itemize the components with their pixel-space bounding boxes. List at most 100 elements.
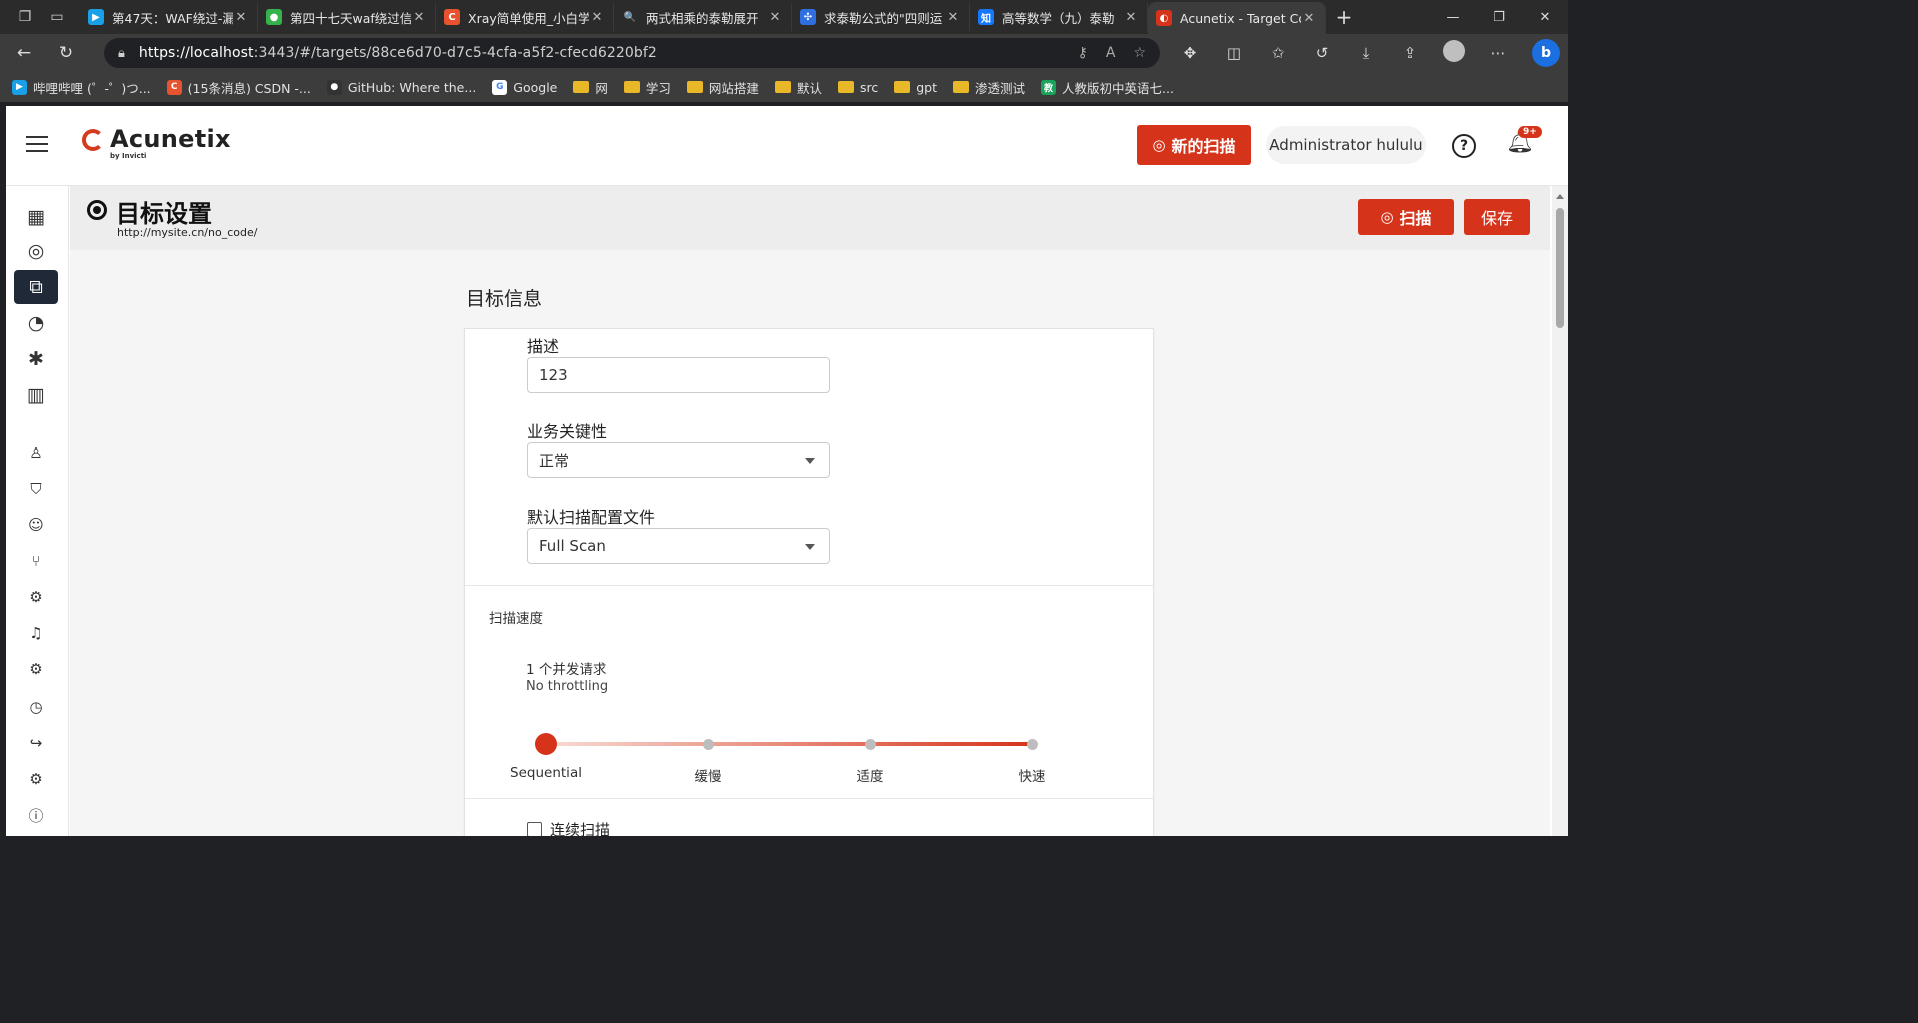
sidebar-item-settings[interactable]: ⚙	[14, 762, 58, 796]
sidebar-item-targets[interactable]: ◎	[14, 234, 58, 268]
browser-tab[interactable]: C Xray简单使用_小白学 ✕	[436, 3, 614, 31]
tab-close-icon[interactable]: ✕	[767, 10, 783, 25]
bookmark-item[interactable]: 默认	[774, 78, 822, 97]
browser-tab[interactable]: ◐ Acunetix - Target Cor ✕	[1148, 2, 1326, 34]
url-input[interactable]: 🔒︎ https://localhost:3443/#/targets/88ce…	[104, 38, 1160, 68]
history-icon[interactable]: ↺	[1300, 44, 1344, 62]
tab-close-icon[interactable]: ✕	[1123, 10, 1139, 25]
notification-badge: 9+	[1518, 126, 1542, 138]
tab-actions-icon[interactable]: ▭	[42, 2, 72, 32]
page-scrollbar[interactable]	[1552, 186, 1568, 836]
bookmark-item[interactable]: G Google	[492, 79, 557, 95]
profile-avatar[interactable]	[1432, 40, 1476, 66]
sidebar-item-reports[interactable]: ▥	[14, 378, 58, 412]
download-icon[interactable]: ⤓	[1344, 44, 1388, 62]
folder-icon	[774, 81, 791, 93]
split-screen-icon[interactable]: ◫	[1212, 44, 1256, 62]
scan-button[interactable]: ◎ 扫描	[1358, 199, 1454, 235]
app-header: Acunetix by Invicti ◎ 新的扫描 Administrator…	[6, 106, 1568, 186]
acunetix-logo[interactable]: Acunetix	[82, 126, 231, 152]
help-icon[interactable]: ?	[1452, 134, 1476, 158]
sidebar-item-about[interactable]: ⓘ	[14, 798, 58, 832]
bookmark-item[interactable]: gpt	[894, 80, 937, 95]
sidebar-item-agents[interactable]: ⚙︎	[14, 652, 58, 686]
sidebar-item-export[interactable]: ↪	[14, 726, 58, 760]
sidebar-item-engines[interactable]: ⚙︎	[14, 580, 58, 614]
tab-close-icon[interactable]: ✕	[945, 10, 961, 25]
tab-close-icon[interactable]: ✕	[411, 10, 427, 25]
tab-favicon-icon: ●	[266, 9, 282, 25]
bookmark-item[interactable]: src	[837, 80, 878, 95]
sidebar-item-history[interactable]: ◷	[14, 690, 58, 724]
sidebar-item-dashboard[interactable]: ▦	[14, 200, 58, 234]
criticality-label: 业务关键性	[527, 422, 608, 441]
bookmark-label: 网	[595, 80, 608, 96]
refresh-icon[interactable]: ↻	[48, 37, 84, 69]
bug-icon: ✱	[28, 348, 44, 370]
bookmark-item[interactable]: 网	[573, 78, 608, 97]
sidebar-item-scans[interactable]: ◔	[14, 306, 58, 340]
speed-stop-slow[interactable]	[703, 739, 714, 750]
save-button[interactable]: 保存	[1464, 199, 1530, 235]
sidebar-item-vulnerabilities[interactable]: ✱	[14, 342, 58, 376]
scrollbar-thumb[interactable]	[1556, 208, 1564, 328]
browser-tab[interactable]: 知高等数学（九）泰勒 ✕	[970, 3, 1148, 31]
user-menu[interactable]: Administrator hululu	[1266, 126, 1426, 164]
dashboard-icon: ▦	[27, 206, 45, 228]
more-menu-icon[interactable]: ⋯	[1476, 44, 1520, 62]
sidebar-item-roles[interactable]: ☺	[14, 508, 58, 542]
bookmark-item[interactable]: ▶ 哔哩哔哩 (゜-゜)つ...	[12, 78, 151, 97]
bookmark-item[interactable]: C (15条消息) CSDN -...	[166, 78, 311, 97]
minimize-icon[interactable]: —	[1430, 0, 1476, 34]
tab-close-icon[interactable]: ✕	[1301, 11, 1317, 26]
new-scan-button[interactable]: ◎ 新的扫描	[1137, 125, 1251, 165]
favorite-star-icon[interactable]: ☆	[1133, 45, 1146, 61]
sidebar-item-notifications[interactable]: ♫	[14, 616, 58, 650]
info-icon: ⓘ	[28, 806, 44, 825]
speed-slider-track[interactable]	[545, 742, 1033, 746]
bookmark-item[interactable]: 教人教版初中英语七...	[1041, 78, 1174, 97]
bookmark-label: 网站搭建	[708, 80, 759, 96]
bing-copilot-icon[interactable]: b	[1532, 39, 1560, 67]
tab-title: 第四十七天waf绕过信	[290, 10, 411, 26]
sidebar-item-target-groups[interactable]: ⧉	[14, 270, 58, 304]
new-tab-button[interactable]: +	[1326, 5, 1362, 29]
bookmark-item[interactable]: 学习	[623, 78, 671, 97]
browser-tab[interactable]: 🔍 两式相乘的泰勒展开 ✕	[614, 3, 792, 31]
hamburger-menu-icon[interactable]	[26, 136, 48, 157]
share-icon[interactable]: ⇪	[1388, 44, 1432, 62]
bookmark-item[interactable]: 渗透测试	[952, 78, 1025, 97]
browser-tab-bar: ❐ ▭ ▶ 第47天：WAF绕过-漏 ✕ ● 第四十七天waf绕过信 ✕ C Xray简单使用…	[0, 0, 1568, 34]
browser-tab[interactable]: ✣ 求泰勒公式的"四则运 ✕	[792, 3, 970, 31]
description-input[interactable]: 123	[527, 357, 830, 393]
bookmark-item[interactable]: 网站搭建	[686, 78, 759, 97]
favorites-icon[interactable]: ✩	[1256, 44, 1300, 62]
back-icon[interactable]: ←	[6, 37, 42, 69]
continuous-scan-checkbox[interactable]	[527, 822, 542, 836]
tab-close-icon[interactable]: ✕	[233, 10, 249, 25]
throttle-text: No throttling	[526, 679, 609, 694]
export-icon: ↪	[29, 734, 43, 752]
scroll-up-icon[interactable]	[1556, 194, 1564, 199]
sidebar-item-integrations[interactable]: ⑂	[14, 544, 58, 578]
criticality-select[interactable]: 正常	[527, 442, 830, 478]
logo-sub: by Invicti	[110, 152, 147, 160]
speed-slider-handle[interactable]	[535, 733, 557, 755]
sidebar-item-security[interactable]: ⛉	[14, 472, 58, 506]
scan-profile-select[interactable]: Full Scan	[527, 528, 830, 564]
sidebar-item-users[interactable]: ♙	[14, 436, 58, 470]
bookmark-label: 哔哩哔哩 (゜-゜)つ...	[33, 80, 151, 96]
speed-stop-moderate[interactable]	[865, 739, 876, 750]
key-icon[interactable]: ⚷	[1078, 45, 1088, 61]
restore-icon[interactable]: ❐	[1476, 0, 1522, 34]
extensions-icon[interactable]: ✥	[1168, 44, 1212, 62]
read-aloud-icon[interactable]: A	[1106, 45, 1116, 61]
description-value: 123	[539, 366, 568, 384]
close-window-icon[interactable]: ✕	[1522, 0, 1568, 34]
tab-close-icon[interactable]: ✕	[589, 10, 605, 25]
workspaces-icon[interactable]: ❐	[10, 2, 40, 32]
speed-stop-fast[interactable]	[1027, 739, 1038, 750]
bookmark-item[interactable]: ● GitHub: Where the...	[326, 79, 476, 95]
browser-tab[interactable]: ● 第四十七天waf绕过信 ✕	[258, 3, 436, 31]
browser-tab[interactable]: ▶ 第47天：WAF绕过-漏 ✕	[80, 3, 258, 31]
